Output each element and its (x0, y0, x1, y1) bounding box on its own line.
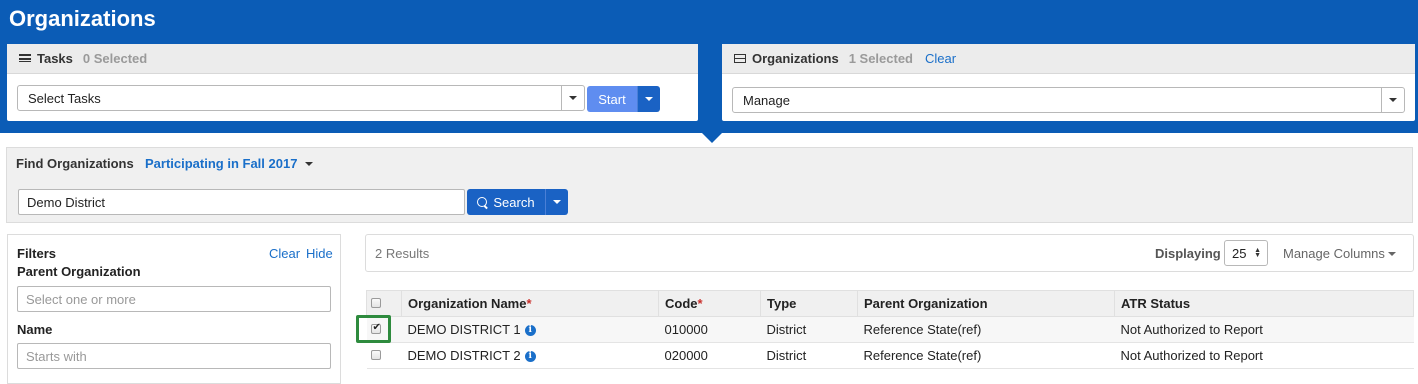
search-options-button[interactable] (545, 189, 568, 215)
table-header-row: Organization Name* Code* Type Parent Org… (366, 290, 1414, 317)
org-atr-status: Not Authorized to Report (1120, 348, 1263, 363)
tasks-panel: Tasks 0 Selected Select Tasks Start (7, 44, 698, 121)
panel-pointer (702, 133, 722, 143)
displaying-label: Displaying (1155, 246, 1221, 261)
column-header-atr[interactable]: ATR Status (1115, 291, 1414, 317)
manage-columns-label: Manage Columns (1283, 246, 1385, 261)
chevron-down-icon (553, 200, 561, 204)
column-header-code-label: Code (665, 296, 698, 311)
find-organizations-bar: Find Organizations Participating in Fall… (6, 147, 1413, 223)
table-row[interactable]: DEMO DISTRICT 2i 020000 District Referen… (366, 342, 1414, 369)
start-dropdown-button[interactable] (637, 86, 660, 112)
org-name[interactable]: DEMO DISTRICT 1 (408, 322, 521, 337)
column-header-type[interactable]: Type (760, 290, 858, 317)
org-parent: Reference State(ref) (863, 348, 982, 363)
select-all-checkbox[interactable] (371, 298, 381, 308)
filters-panel: Filters Clear Hide Parent Organization S… (7, 234, 341, 384)
organizations-select-toggle[interactable] (1381, 88, 1404, 112)
org-parent: Reference State(ref) (863, 322, 982, 337)
name-filter-placeholder: Starts with (26, 348, 87, 364)
parent-organization-placeholder: Select one or more (26, 291, 136, 307)
org-name[interactable]: DEMO DISTRICT 2 (408, 348, 521, 363)
org-name-cell: DEMO DISTRICT 2i (402, 343, 659, 369)
table-row[interactable]: ✔ DEMO DISTRICT 1i 010000 District Refer… (366, 316, 1414, 343)
org-type: District (766, 322, 807, 337)
page-title: Organizations (9, 6, 156, 31)
org-code: 010000 (664, 322, 708, 337)
search-button[interactable]: Search (467, 189, 545, 215)
column-header-parent[interactable]: Parent Organization (857, 290, 1115, 317)
row-select-cell (367, 343, 402, 369)
chevron-down-icon (569, 96, 577, 100)
manage-columns-dropdown[interactable]: Manage Columns (1283, 246, 1396, 261)
parent-organization-input[interactable]: Select one or more (17, 286, 331, 312)
organizations-title: Organizations (752, 51, 839, 66)
required-mark: * (526, 296, 532, 311)
participation-filter-dropdown[interactable]: Participating in Fall 2017 (145, 156, 314, 171)
org-type: District (766, 348, 807, 363)
filters-title: Filters (17, 246, 57, 261)
page-size-value: 25 (1232, 245, 1247, 261)
list-icon (734, 54, 746, 63)
checkbox-highlight (356, 315, 391, 343)
column-header-code[interactable]: Code* (658, 290, 761, 317)
tasks-select-value: Select Tasks (28, 90, 101, 106)
participation-filter-label: Participating in Fall 2017 (145, 156, 298, 171)
column-header-parent-label: Parent Organization (864, 296, 988, 311)
results-count: 2 Results (375, 246, 430, 261)
tasks-title: Tasks (37, 51, 73, 66)
organization-search-input[interactable]: Demo District (18, 189, 465, 215)
info-icon[interactable]: i (524, 325, 536, 337)
column-header-atr-label: ATR Status (1121, 296, 1191, 311)
row-checkbox[interactable] (370, 350, 381, 360)
required-mark: * (697, 296, 703, 311)
list-icon (19, 54, 31, 63)
column-header-type-label: Type (767, 296, 797, 311)
parent-organization-label: Parent Organization (17, 264, 141, 279)
search-input-value: Demo District (27, 194, 106, 210)
org-name-cell: DEMO DISTRICT 1i (402, 317, 659, 343)
name-filter-label: Name (17, 322, 53, 337)
tasks-select[interactable]: Select Tasks (17, 85, 585, 111)
spinner-arrows-icon: ▲ ▼ (1254, 247, 1261, 259)
chevron-down-icon (1389, 98, 1397, 102)
start-button-label: Start (598, 91, 626, 107)
tasks-select-toggle[interactable] (561, 86, 584, 110)
column-header-name[interactable]: Organization Name* (401, 290, 659, 317)
organizations-action-select[interactable]: Manage (732, 87, 1405, 113)
info-icon[interactable]: i (524, 351, 536, 363)
search-icon (477, 197, 489, 209)
results-toolbar: 2 Results Displaying 25 ▲ ▼ Manage Column… (365, 234, 1414, 272)
select-all-cell (366, 290, 402, 317)
organizations-panel: Organizations 1 Selected Clear Manage (722, 44, 1415, 121)
organizations-select-value: Manage (743, 92, 790, 108)
chevron-down-icon (305, 161, 314, 166)
organizations-panel-header: Organizations 1 Selected Clear (722, 44, 1415, 74)
filters-clear-link[interactable]: Clear (269, 246, 300, 261)
org-code: 020000 (664, 348, 708, 363)
filters-hide-link[interactable]: Hide (306, 246, 333, 261)
organizations-clear-link[interactable]: Clear (925, 51, 956, 66)
start-button[interactable]: Start (587, 86, 637, 112)
page-size-select[interactable]: 25 ▲ ▼ (1224, 240, 1268, 266)
chevron-down-icon (645, 97, 653, 101)
org-atr-status: Not Authorized to Report (1120, 322, 1263, 337)
name-filter-input[interactable]: Starts with (17, 343, 331, 369)
chevron-down-icon (1387, 251, 1396, 256)
tasks-selected-count: 0 Selected (82, 51, 148, 66)
column-header-name-label: Organization Name (408, 296, 527, 311)
organizations-table: Organization Name* Code* Type Parent Org… (366, 290, 1414, 369)
find-title: Find Organizations (16, 156, 134, 171)
search-button-label: Search (493, 194, 535, 210)
tasks-panel-header: Tasks 0 Selected (7, 44, 698, 74)
organizations-selected-count: 1 Selected (848, 51, 914, 66)
